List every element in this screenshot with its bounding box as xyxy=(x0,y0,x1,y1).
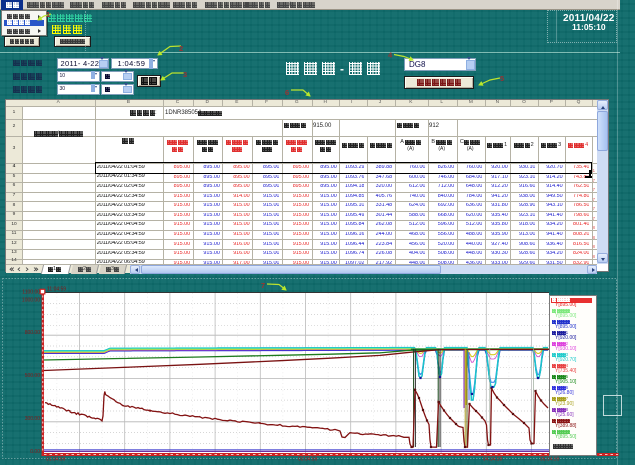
svg-text:1: 1 xyxy=(46,10,50,19)
svg-text:6: 6 xyxy=(285,88,289,97)
svg-text:7: 7 xyxy=(261,281,265,290)
svg-text:5: 5 xyxy=(500,74,504,83)
svg-text:2: 2 xyxy=(179,44,183,53)
svg-text:4: 4 xyxy=(388,51,393,60)
svg-text:3: 3 xyxy=(183,70,187,79)
